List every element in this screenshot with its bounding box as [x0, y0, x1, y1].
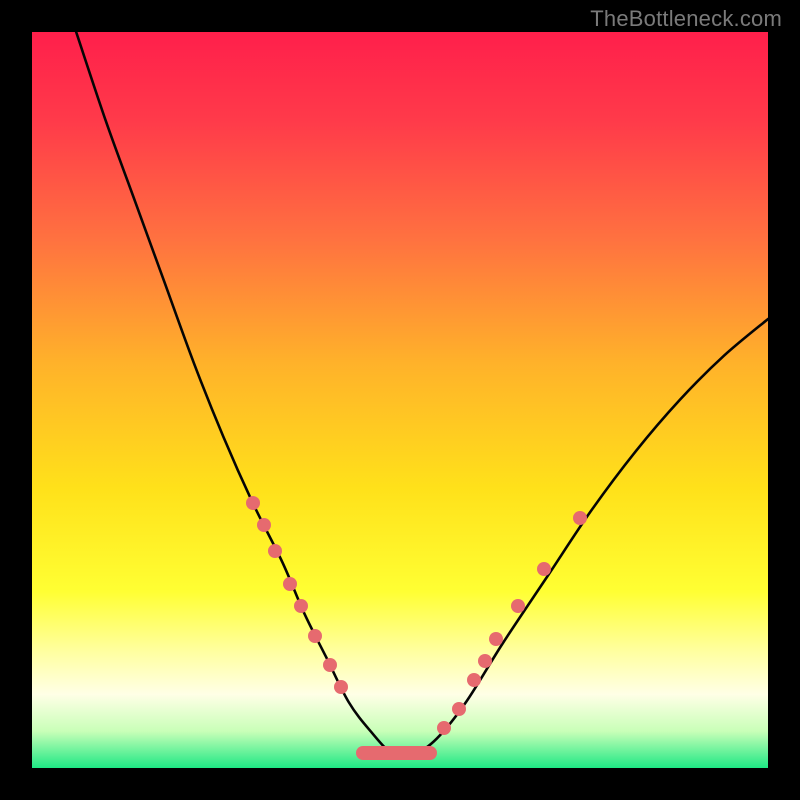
marker-right-1: [452, 702, 466, 716]
marker-right-4: [489, 632, 503, 646]
marker-left-3: [283, 577, 297, 591]
marker-right-0: [437, 721, 451, 735]
marker-right-3: [478, 654, 492, 668]
marker-right-6: [537, 562, 551, 576]
marker-left-6: [323, 658, 337, 672]
marker-left-5: [308, 629, 322, 643]
marker-right-5: [511, 599, 525, 613]
marker-right-7: [573, 511, 587, 525]
marker-left-2: [268, 544, 282, 558]
watermark-label: TheBottleneck.com: [590, 6, 782, 32]
marker-left-1: [257, 518, 271, 532]
marker-left-0: [246, 496, 260, 510]
marker-right-2: [467, 673, 481, 687]
chart-frame: TheBottleneck.com: [0, 0, 800, 800]
bottom-bar-marker: [356, 746, 437, 760]
plot-area: [32, 32, 768, 768]
bottleneck-curve: [32, 32, 768, 768]
marker-left-4: [294, 599, 308, 613]
